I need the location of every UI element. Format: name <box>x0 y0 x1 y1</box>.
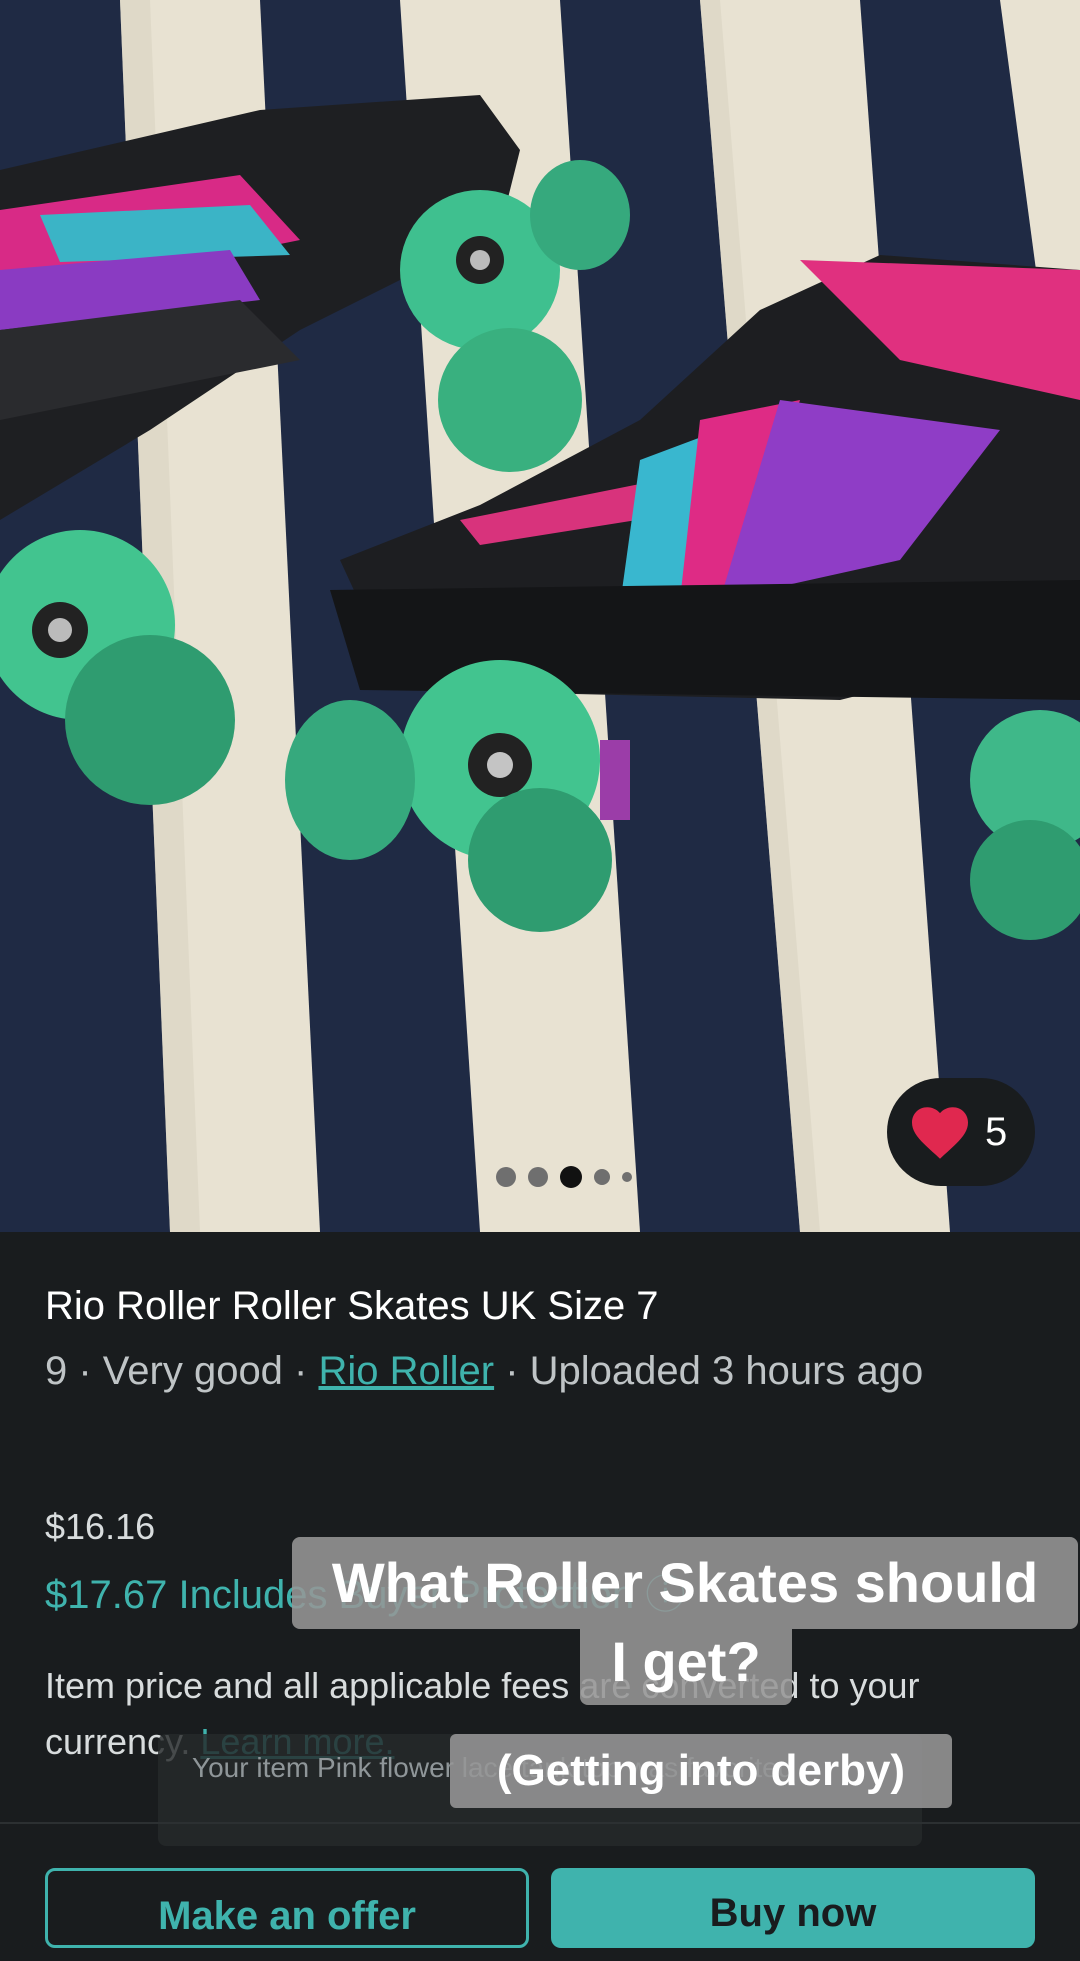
favorites-count: 5 <box>985 1109 1008 1154</box>
carousel-dot[interactable] <box>496 1167 516 1187</box>
carousel-dot-active[interactable] <box>560 1166 582 1188</box>
upload-time: · Uploaded 3 hours ago <box>494 1349 924 1393</box>
buy-now-button[interactable]: Buy now <box>551 1868 1035 1948</box>
size-condition: 9 · Very good · <box>45 1349 319 1393</box>
make-offer-button[interactable]: Make an offer <box>45 1868 529 1948</box>
carousel-indicator <box>496 1166 632 1188</box>
item-price: $16.16 <box>45 1506 156 1547</box>
listing-meta: 9 · Very good · Rio Roller · Uploaded 3 … <box>45 1340 1035 1402</box>
heart-icon <box>912 1107 968 1159</box>
favorite-button[interactable]: 5 <box>887 1078 1035 1186</box>
action-bar-divider <box>0 1822 1080 1824</box>
listing-title: Rio Roller Roller Skates UK Size 7 <box>45 1284 659 1328</box>
carousel-dot[interactable] <box>528 1167 548 1187</box>
caption-line-3: (Getting into derby) <box>450 1734 952 1808</box>
caption-line-2: I get? <box>580 1629 792 1705</box>
caption-line-1: What Roller Skates should <box>292 1537 1078 1629</box>
brand-link[interactable]: Rio Roller <box>318 1349 494 1393</box>
carousel-dot[interactable] <box>622 1172 632 1182</box>
carousel-dot[interactable] <box>594 1169 610 1185</box>
product-photo[interactable]: 5 <box>0 0 1080 1232</box>
roller-skates-image <box>0 0 1080 1232</box>
